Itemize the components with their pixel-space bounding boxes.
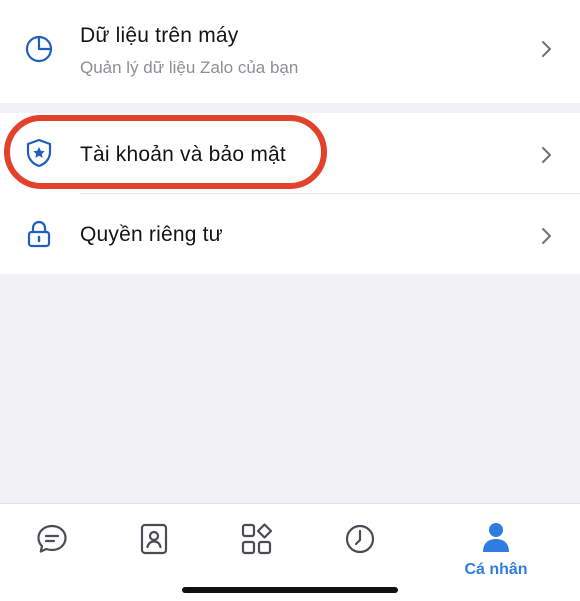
contacts-icon: [137, 522, 171, 561]
clock-icon: [343, 522, 377, 561]
device-data-row[interactable]: Dữ liệu trên máy Quản lý dữ liệu Zalo củ…: [0, 0, 580, 103]
tab-timeline[interactable]: [330, 522, 390, 578]
privacy-row[interactable]: Quyền riêng tư: [0, 194, 580, 274]
shield-star-icon: [23, 137, 55, 169]
tab-messages[interactable]: [22, 522, 82, 578]
settings-group-account: Tài khoản và bảo mật Quyền riêng tư: [0, 113, 580, 274]
device-data-title: Dữ liệu trên máy: [80, 24, 239, 47]
home-indicator: [182, 587, 398, 593]
account-security-title: Tài khoản và bảo mật: [80, 143, 286, 166]
account-security-row[interactable]: Tài khoản và bảo mật: [0, 113, 580, 193]
pie-chart-icon: [23, 33, 55, 65]
device-data-subtitle: Quản lý dữ liệu Zalo của bạn: [80, 58, 299, 77]
settings-group-storage: Dữ liệu trên máy Quản lý dữ liệu Zalo củ…: [0, 0, 580, 103]
chevron-right-icon: [540, 145, 554, 165]
lock-icon: [23, 218, 55, 250]
tab-discover[interactable]: [227, 522, 287, 578]
privacy-title: Quyền riêng tư: [80, 223, 223, 246]
tab-profile[interactable]: Cá nhân: [464, 522, 528, 578]
tab-profile-label: Cá nhân: [464, 561, 528, 578]
chevron-right-icon: [540, 39, 554, 59]
chevron-right-icon: [540, 226, 554, 246]
person-icon: [481, 522, 511, 557]
chat-bubble-icon: [35, 522, 69, 561]
apps-grid-icon: [240, 522, 274, 561]
tab-contacts[interactable]: [124, 522, 184, 578]
